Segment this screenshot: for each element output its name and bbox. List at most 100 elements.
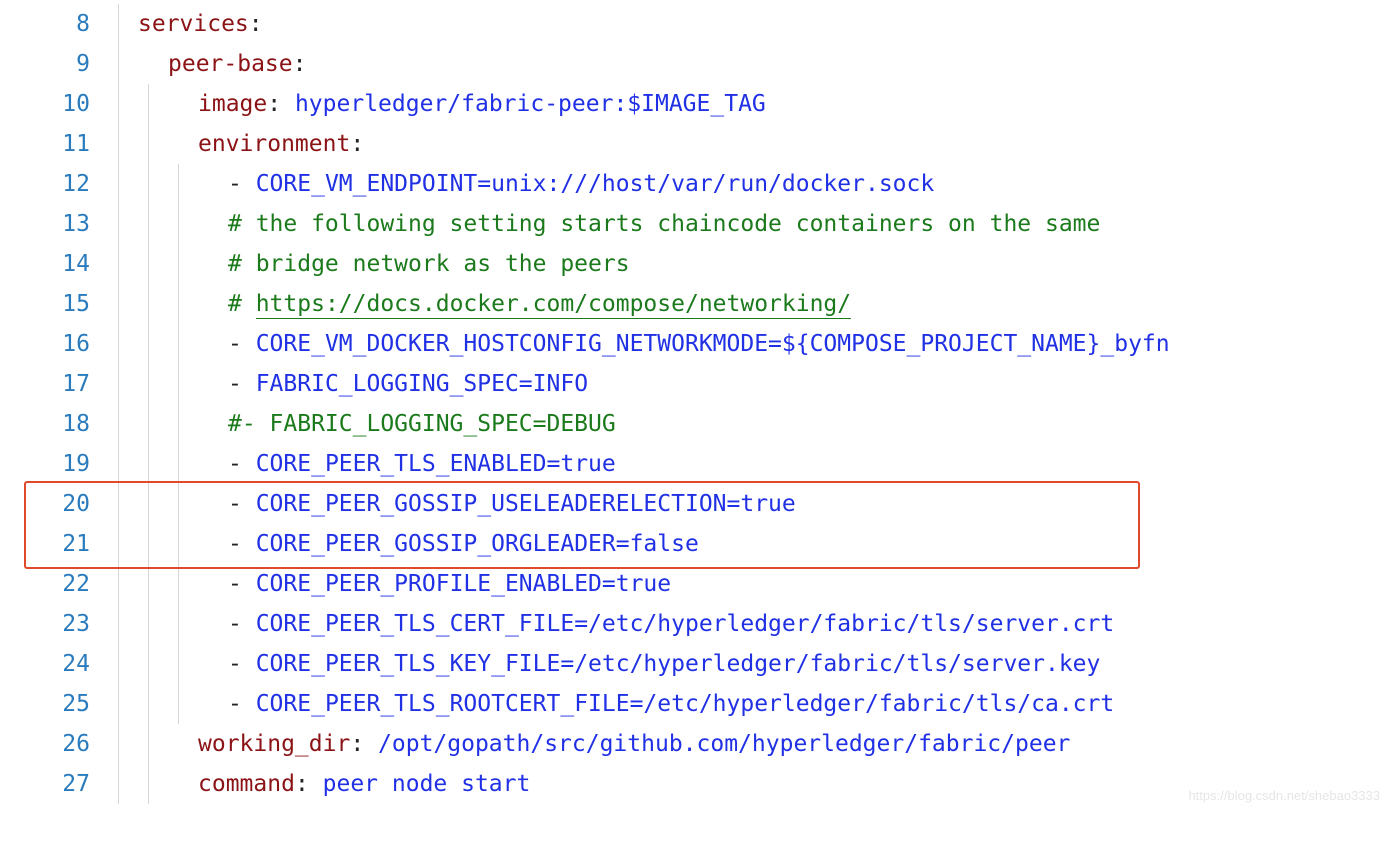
indent-guide [148, 604, 149, 644]
indent-guide [118, 44, 119, 84]
yaml-plain: - [228, 171, 256, 197]
yaml-plain: - [228, 691, 256, 717]
code-line: 18 #- FABRIC_LOGGING_SPEC=DEBUG [0, 404, 1400, 444]
indent-guide [178, 324, 179, 364]
code-content: - CORE_PEER_TLS_KEY_FILE=/etc/hyperledge… [228, 644, 1100, 684]
yaml-value: CORE_PEER_GOSSIP_ORGLEADER=false [256, 531, 699, 557]
yaml-value: /opt/gopath/src/github.com/hyperledger/f… [378, 731, 1070, 757]
yaml-value: hyperledger/fabric-peer:$IMAGE_TAG [295, 91, 766, 117]
code-content: - CORE_VM_DOCKER_HOSTCONFIG_NETWORKMODE=… [228, 324, 1170, 364]
code-line: 23- CORE_PEER_TLS_CERT_FILE=/etc/hyperle… [0, 604, 1400, 644]
code-line: 17 - FABRIC_LOGGING_SPEC=INFO [0, 364, 1400, 404]
indent-guide [118, 84, 119, 124]
code-content: - CORE_PEER_GOSSIP_ORGLEADER=false [228, 524, 699, 564]
indent-guide [178, 564, 179, 604]
code-content: peer-base: [168, 44, 306, 84]
indent-guide [148, 644, 149, 684]
indent-guide [118, 764, 119, 804]
indent-guide [148, 564, 149, 604]
yaml-plain: - [228, 371, 256, 397]
indent-guide [118, 524, 119, 564]
yaml-value: CORE_PEER_TLS_CERT_FILE=/etc/hyperledger… [256, 611, 1115, 637]
indent-guide [178, 484, 179, 524]
code-line: 19- CORE_PEER_TLS_ENABLED=true [0, 444, 1400, 484]
code-line: 21 - CORE_PEER_GOSSIP_ORGLEADER=false [0, 524, 1400, 564]
yaml-plain: : [249, 11, 263, 37]
line-number: 18 [0, 404, 110, 444]
indent-guide [178, 684, 179, 724]
code-line: 11environment: [0, 124, 1400, 164]
indent-guide [148, 724, 149, 764]
yaml-value: FABRIC_LOGGING_SPEC=INFO [256, 371, 588, 397]
line-number: 20 [0, 484, 110, 524]
yaml-plain: : [350, 131, 364, 157]
yaml-plain: : [293, 51, 307, 77]
indent-guide [178, 244, 179, 284]
indent-guide [178, 404, 179, 444]
indent-guide [178, 204, 179, 244]
indent-guide [148, 524, 149, 564]
yaml-plain: : [350, 731, 378, 757]
code-content: #- FABRIC_LOGGING_SPEC=DEBUG [228, 404, 616, 444]
yaml-plain: - [228, 571, 256, 597]
yaml-plain: - [228, 331, 256, 357]
code-line: 12 - CORE_VM_ENDPOINT=unix:///host/var/ru… [0, 164, 1400, 204]
yaml-value: CORE_PEER_TLS_KEY_FILE=/etc/hyperledger/… [256, 651, 1101, 677]
indent-guide [148, 764, 149, 804]
code-line: 10image: hyperledger/fabric-peer:$IMAGE_… [0, 84, 1400, 124]
indent-guide [118, 404, 119, 444]
code-content: - CORE_PEER_TLS_ROOTCERT_FILE=/etc/hyper… [228, 684, 1114, 724]
yaml-key: working_dir [198, 731, 350, 757]
code-content: # the following setting starts chaincode… [228, 204, 1100, 244]
code-content: environment: [198, 124, 364, 164]
code-content: image: hyperledger/fabric-peer:$IMAGE_TA… [198, 84, 766, 124]
indent-guide [148, 164, 149, 204]
watermark: https://blog.csdn.net/shebao3333 [1188, 776, 1380, 816]
yaml-key: command [198, 771, 295, 797]
line-number: 21 [0, 524, 110, 564]
yaml-value: peer node start [323, 771, 531, 797]
yaml-comment: # bridge network as the peers [228, 251, 630, 277]
code-content: services: [138, 4, 263, 44]
indent-guide [118, 284, 119, 324]
yaml-value: CORE_VM_ENDPOINT=unix:///host/var/run/do… [256, 171, 935, 197]
indent-guide [118, 164, 119, 204]
yaml-value: CORE_PEER_TLS_ROOTCERT_FILE=/etc/hyperle… [256, 691, 1115, 717]
code-line: 14 # bridge network as the peers [0, 244, 1400, 284]
indent-guide [118, 244, 119, 284]
indent-guide [118, 364, 119, 404]
yaml-value: CORE_PEER_PROFILE_ENABLED=true [256, 571, 671, 597]
indent-guide [148, 324, 149, 364]
indent-guide [178, 644, 179, 684]
yaml-key: image [198, 91, 267, 117]
code-content: - FABRIC_LOGGING_SPEC=INFO [228, 364, 588, 404]
code-content: # bridge network as the peers [228, 244, 630, 284]
code-line: 16- CORE_VM_DOCKER_HOSTCONFIG_NETWORKMOD… [0, 324, 1400, 364]
yaml-plain: - [228, 531, 256, 557]
indent-guide [178, 284, 179, 324]
line-number: 8 [0, 4, 110, 44]
line-number: 24 [0, 644, 110, 684]
indent-guide [118, 644, 119, 684]
indent-guide [118, 484, 119, 524]
indent-guide [118, 684, 119, 724]
code-line: 9peer-base: [0, 44, 1400, 84]
yaml-plain: : [267, 91, 295, 117]
indent-guide [148, 684, 149, 724]
line-number: 13 [0, 204, 110, 244]
yaml-value: CORE_PEER_TLS_ENABLED=true [256, 451, 616, 477]
indent-guide [118, 724, 119, 764]
indent-guide [148, 124, 149, 164]
code-container: 8 services:9peer-base:10image: hyperledge… [0, 0, 1400, 804]
line-number: 17 [0, 364, 110, 404]
code-content: - CORE_PEER_TLS_ENABLED=true [228, 444, 616, 484]
yaml-value: CORE_VM_DOCKER_HOSTCONFIG_NETWORKMODE=${… [256, 331, 1170, 357]
yaml-comment: #- FABRIC_LOGGING_SPEC=DEBUG [228, 411, 616, 437]
line-number: 14 [0, 244, 110, 284]
yaml-key: environment [198, 131, 350, 157]
indent-guide [118, 564, 119, 604]
code-line: 20- CORE_PEER_GOSSIP_USELEADERELECTION=t… [0, 484, 1400, 524]
code-line: 25- CORE_PEER_TLS_ROOTCERT_FILE=/etc/hyp… [0, 684, 1400, 724]
line-number: 12 [0, 164, 110, 204]
yaml-key: peer-base [168, 51, 293, 77]
